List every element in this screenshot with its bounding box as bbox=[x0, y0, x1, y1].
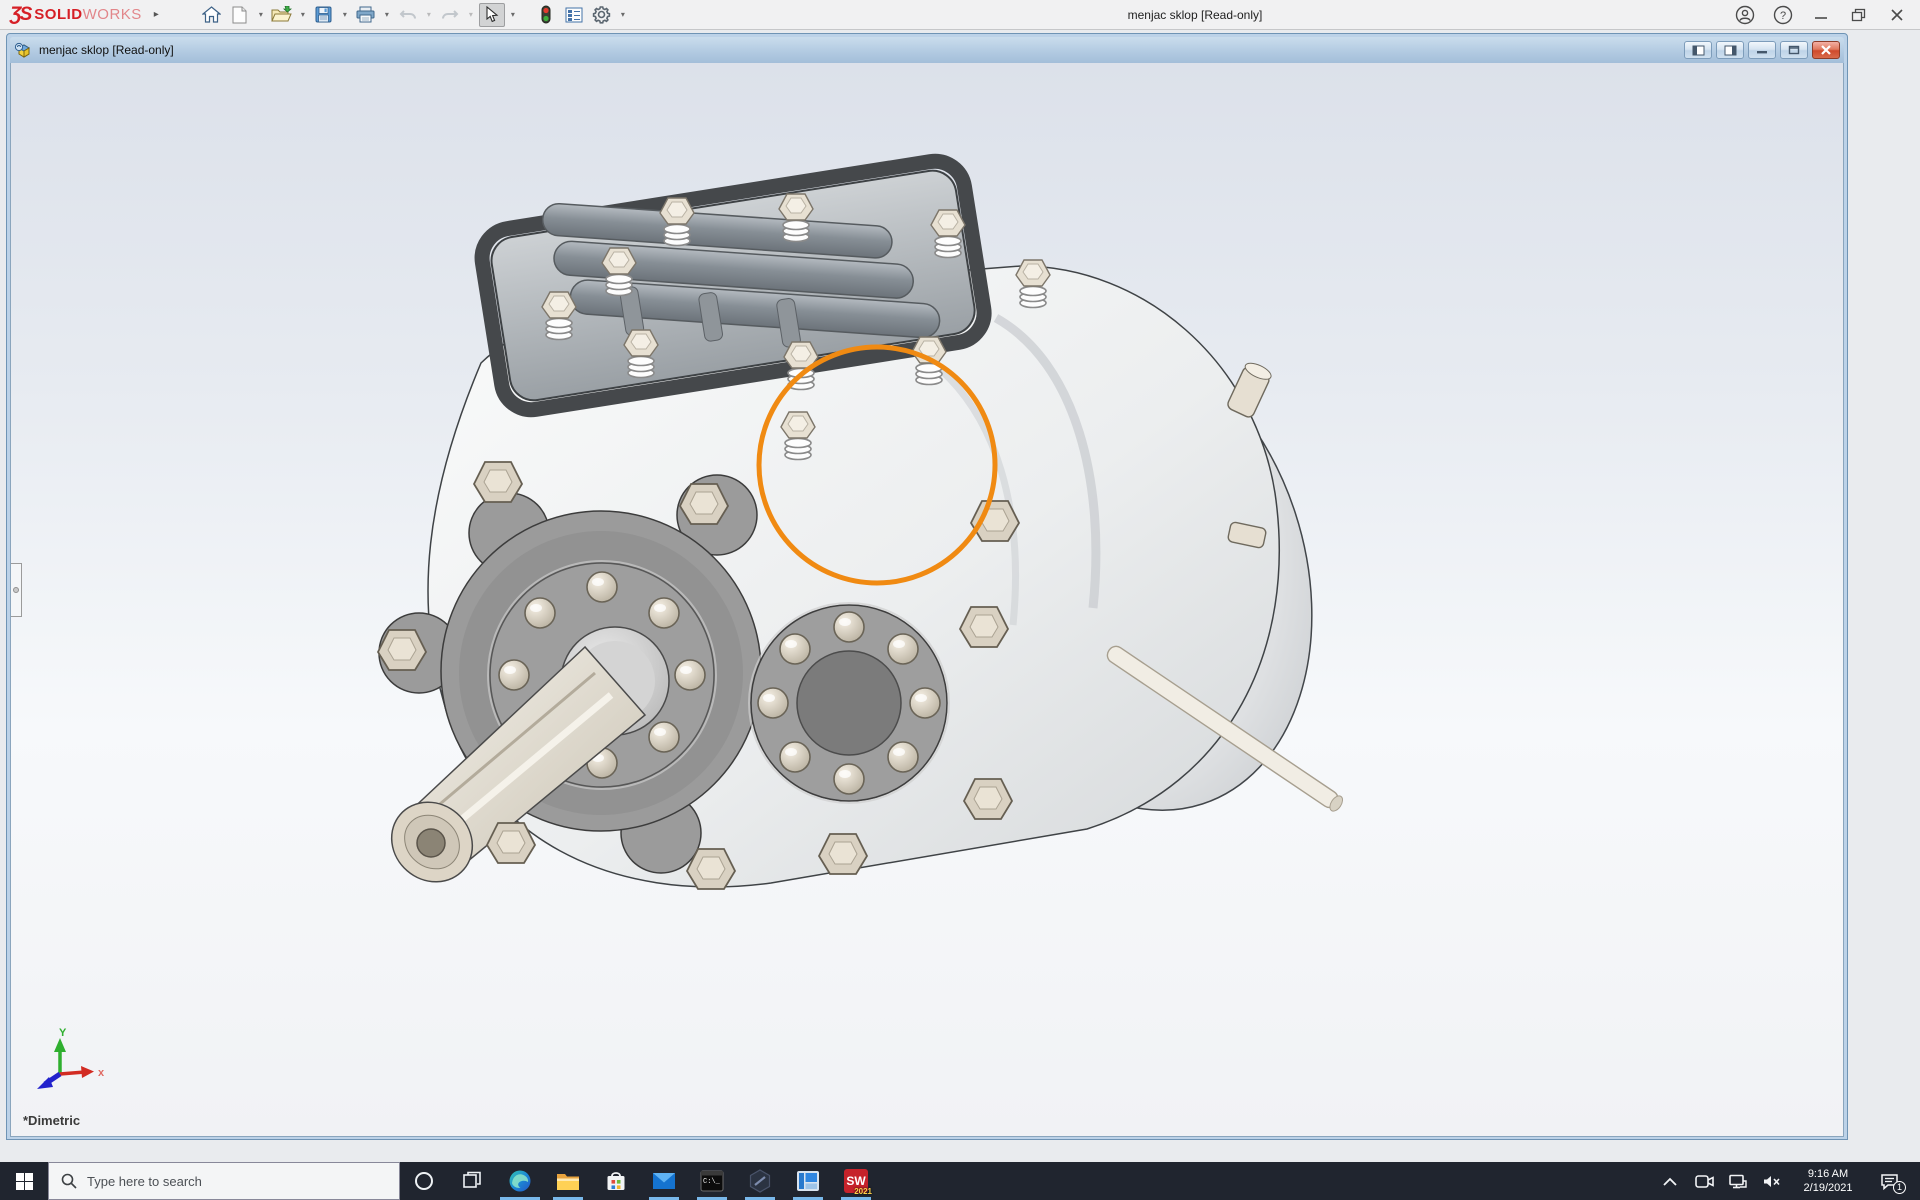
assembly-document-icon bbox=[14, 42, 30, 58]
close-button[interactable] bbox=[1882, 3, 1912, 27]
task-view-icon bbox=[463, 1171, 481, 1188]
feature-tree-collapse-handle[interactable] bbox=[11, 563, 22, 617]
meet-now-icon[interactable] bbox=[1689, 1162, 1719, 1200]
app-title: menjac sklop [Read-only] bbox=[1127, 8, 1263, 22]
windows-taskbar: Type here to search C:\_ SW 2021 9:16 AM… bbox=[0, 1162, 1920, 1200]
new-document-dropdown[interactable]: ▾ bbox=[255, 3, 267, 27]
graphics-viewport[interactable]: Y x *Dimetric bbox=[10, 63, 1844, 1137]
notification-count-badge: 1 bbox=[1893, 1181, 1906, 1194]
search-placeholder: Type here to search bbox=[87, 1173, 202, 1189]
solidworks-application: ƷS SOLIDWORKS ▸ ▾ ▾ ▾ ▾ ▾ ▾ ▾ ▾ menjac s… bbox=[0, 0, 1920, 1200]
account-icon[interactable] bbox=[1730, 3, 1760, 27]
network-icon[interactable] bbox=[1723, 1162, 1753, 1200]
file-explorer-icon bbox=[557, 1174, 579, 1190]
new-document-button[interactable] bbox=[227, 3, 253, 27]
app-window-controls: ? bbox=[1730, 0, 1912, 30]
taskbar-search-input[interactable]: Type here to search bbox=[48, 1162, 400, 1200]
pane-right-button[interactable] bbox=[1716, 41, 1744, 59]
edge-icon bbox=[509, 1170, 531, 1192]
taskbar-item-command-prompt[interactable]: C:\_ bbox=[688, 1162, 736, 1200]
clock-date: 2/19/2021 bbox=[1803, 1182, 1853, 1194]
svg-text:?: ? bbox=[1780, 10, 1786, 22]
redo-dropdown[interactable]: ▾ bbox=[465, 3, 477, 27]
app-titlebar: ƷS SOLIDWORKS ▸ ▾ ▾ ▾ ▾ ▾ ▾ ▾ ▾ menjac s… bbox=[0, 0, 1920, 30]
search-icon bbox=[61, 1173, 77, 1189]
document-titlebar[interactable]: menjac sklop [Read-only] bbox=[10, 37, 1844, 63]
windows-logo-icon bbox=[15, 1172, 33, 1190]
doc-minimize-button[interactable] bbox=[1748, 41, 1776, 59]
taskbar-item-store[interactable] bbox=[592, 1162, 640, 1200]
print-dropdown[interactable]: ▾ bbox=[381, 3, 393, 27]
taskbar-item-task-view[interactable] bbox=[448, 1162, 496, 1200]
property-manager-button[interactable] bbox=[561, 3, 587, 27]
taskbar-item-cortana[interactable] bbox=[400, 1162, 448, 1200]
clock-time: 9:16 AM bbox=[1807, 1168, 1849, 1180]
restore-button[interactable] bbox=[1844, 3, 1874, 27]
quick-access-toolbar: ▾ ▾ ▾ ▾ ▾ ▾ ▾ ▾ bbox=[187, 0, 629, 30]
blue-window-app-icon bbox=[797, 1171, 819, 1191]
triad-x-label: x bbox=[98, 1067, 105, 1079]
view-orientation-label: *Dimetric bbox=[23, 1113, 81, 1128]
start-button[interactable] bbox=[0, 1162, 48, 1200]
gearbox-model[interactable] bbox=[11, 63, 1844, 1137]
pane-left-button[interactable] bbox=[1684, 41, 1712, 59]
solidworks-logo-icon: ƷS bbox=[10, 3, 32, 25]
system-tray: 9:16 AM 2/19/2021 1 bbox=[1655, 1162, 1920, 1200]
select-tool-button[interactable] bbox=[478, 2, 505, 27]
home-button[interactable] bbox=[199, 3, 225, 27]
handle-dot-icon bbox=[13, 587, 19, 593]
redo-button[interactable] bbox=[437, 3, 463, 27]
select-tool-dropdown[interactable]: ▾ bbox=[507, 3, 519, 27]
taskbar-item-edge[interactable] bbox=[496, 1162, 544, 1200]
save-dropdown[interactable]: ▾ bbox=[339, 3, 351, 27]
options-gear-button[interactable] bbox=[589, 3, 615, 27]
orientation-triad: Y x bbox=[37, 1027, 105, 1089]
document-window: menjac sklop [Read-only] Y x *Dimetric bbox=[6, 33, 1848, 1140]
help-icon[interactable]: ? bbox=[1768, 3, 1798, 27]
taskbar-item-solidworks[interactable]: SW 2021 bbox=[832, 1162, 880, 1200]
open-dropdown[interactable]: ▾ bbox=[297, 3, 309, 27]
save-button[interactable] bbox=[311, 3, 337, 27]
document-window-controls bbox=[1684, 41, 1840, 59]
menu-expand-icon[interactable]: ▸ bbox=[154, 9, 159, 20]
taskbar-clock[interactable]: 9:16 AM 2/19/2021 bbox=[1791, 1167, 1865, 1195]
open-button[interactable] bbox=[269, 3, 295, 27]
command-prompt-icon: C:\_ bbox=[700, 1170, 724, 1192]
volume-muted-icon[interactable] bbox=[1757, 1162, 1787, 1200]
solidworks-2021-icon: SW 2021 bbox=[844, 1169, 872, 1196]
minimize-button[interactable] bbox=[1806, 3, 1836, 27]
document-title: menjac sklop [Read-only] bbox=[39, 43, 174, 57]
store-icon bbox=[607, 1172, 625, 1190]
doc-close-button[interactable] bbox=[1812, 41, 1840, 59]
taskbar-item-file-explorer[interactable] bbox=[544, 1162, 592, 1200]
svg-text:C:\_: C:\_ bbox=[703, 1178, 721, 1186]
hidden-icons-chevron[interactable] bbox=[1655, 1162, 1685, 1200]
undo-dropdown[interactable]: ▾ bbox=[423, 3, 435, 27]
action-center-button[interactable]: 1 bbox=[1869, 1162, 1909, 1200]
appearance-stoplight-icon[interactable] bbox=[533, 3, 559, 27]
taskbar-item-hexagon-app[interactable] bbox=[736, 1162, 784, 1200]
solidworks-logo: ƷS SOLIDWORKS ▸ bbox=[0, 4, 159, 26]
hexagon-app-icon bbox=[749, 1169, 771, 1193]
options-dropdown[interactable]: ▾ bbox=[617, 3, 629, 27]
undo-button[interactable] bbox=[395, 3, 421, 27]
cortana-icon bbox=[415, 1172, 433, 1190]
brand-name: SOLIDWORKS bbox=[34, 6, 142, 23]
taskbar-item-mail[interactable] bbox=[640, 1162, 688, 1200]
mail-icon bbox=[653, 1173, 675, 1189]
taskbar-item-blue-window-app[interactable] bbox=[784, 1162, 832, 1200]
print-button[interactable] bbox=[353, 3, 379, 27]
triad-y-label: Y bbox=[59, 1027, 67, 1039]
doc-restore-button[interactable] bbox=[1780, 41, 1808, 59]
